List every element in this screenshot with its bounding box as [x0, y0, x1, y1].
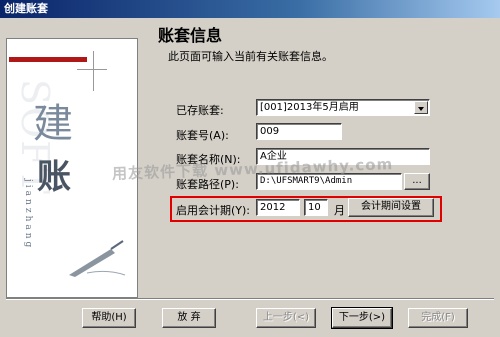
side-char-top: 建 — [33, 101, 73, 147]
number-field[interactable]: 009 — [256, 123, 342, 140]
period-year-field[interactable]: 2012 — [256, 199, 300, 216]
period-label: 启用会计期(Y): — [176, 204, 251, 217]
month-unit-label: 月 — [334, 204, 345, 217]
red-accent-bar — [9, 57, 87, 62]
existing-label: 已存账套: — [176, 104, 224, 117]
dialog-body: SOFT 建 账 jianzhang 账套信息 此页面可输入当前有关账套信息。 … — [0, 18, 500, 337]
help-button[interactable]: 帮助(H) — [82, 308, 136, 328]
existing-value: [001]2013年5月启用 — [260, 102, 359, 113]
decor-line — [93, 51, 94, 91]
period-settings-button[interactable]: 会计期间设置 — [348, 198, 434, 217]
side-pinyin: jianzhang — [23, 179, 33, 251]
pen-icon — [69, 240, 126, 277]
abandon-button[interactable]: 放 弃 — [162, 308, 216, 328]
footer-divider — [6, 298, 494, 300]
side-char-bottom: 账 — [37, 157, 71, 197]
browse-button[interactable]: ... — [404, 173, 430, 190]
period-month-field[interactable]: 10 — [304, 199, 328, 216]
finish-button[interactable]: 完成(F) — [408, 308, 468, 328]
existing-select[interactable]: [001]2013年5月启用 — [256, 99, 430, 116]
chevron-down-icon[interactable] — [414, 101, 428, 114]
prev-button[interactable]: 上一步(<) — [256, 308, 316, 328]
number-label: 账套号(A): — [176, 129, 229, 142]
page-description: 此页面可输入当前有关账套信息。 — [168, 50, 333, 63]
page-title: 账套信息 — [158, 26, 223, 45]
window-titlebar[interactable]: 创建账套 — [0, 0, 500, 18]
decor-line — [77, 69, 107, 70]
next-button[interactable]: 下一步(>) — [331, 307, 393, 329]
